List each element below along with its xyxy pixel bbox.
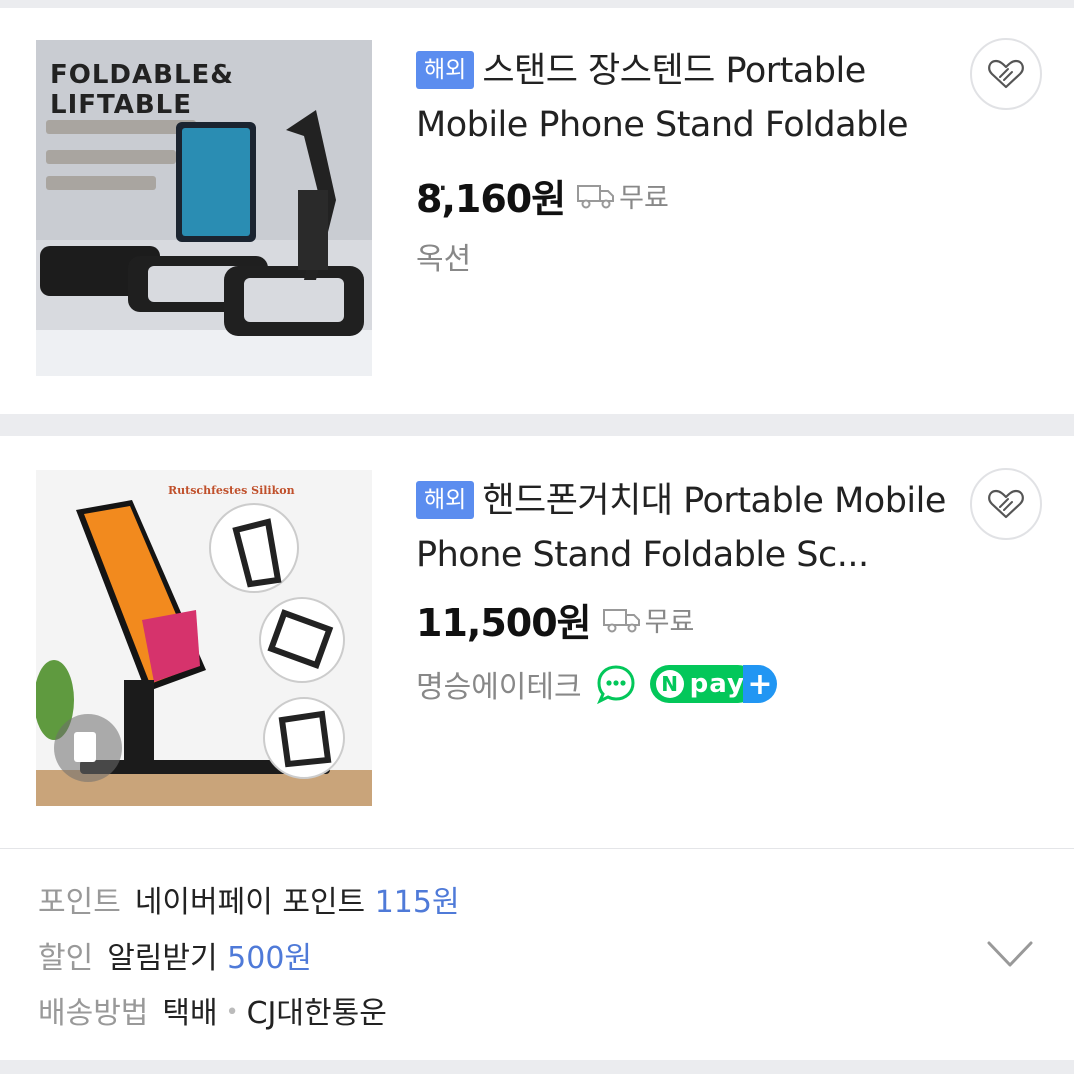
discount-value: 500원 [227,941,313,976]
wishlist-button[interactable] [970,38,1042,110]
image-headline-1: FOLDABLE& [50,60,234,90]
delivery-label: 배송방법 [38,996,149,1031]
seller-row: 명승에이테크 N pay + [416,662,777,706]
plus-icon: + [742,665,777,703]
chevron-down-icon[interactable] [986,939,1034,969]
delivery-method: 택배 [162,996,218,1031]
truck-icon [602,608,640,632]
talk-chat-icon[interactable] [596,664,636,704]
image-headline-2: LIFTABLE [50,90,192,120]
npay-label: pay [689,669,745,699]
delivery-row: 배송방법 택배 • CJ대한통운 [38,993,387,1034]
point-text: 네이버페이 포인트 [134,885,366,920]
truck-icon [577,184,615,208]
product-price: 8,160원 [416,177,566,221]
delivery-carrier: CJ대한통운 [246,996,387,1031]
product-image[interactable]: Rutschfestes Silikon [36,470,372,806]
product-card[interactable]: FOLDABLE& LIFTABLE 해외 스탠드 장스텐드 Portable M… [0,8,1074,414]
image-caption: Rutschfestes Silikon [168,484,295,497]
seller-name[interactable]: 옥션 [416,234,471,278]
discount-text[interactable]: 알림받기 [107,941,217,976]
seller-row: 옥션 [416,234,471,278]
top-separator [0,0,1074,8]
npay-plus-badge: N pay + [649,665,777,703]
heart-icon [988,489,1024,519]
shipping-fee: 무료 [644,607,695,638]
product-title-text[interactable]: 핸드폰거치대 Portable Mobile Phone Stand Folda… [416,481,946,575]
product-title[interactable]: 해외 핸드폰거치대 Portable Mobile Phone Stand Fol… [416,474,946,582]
discount-label: 할인 [38,941,94,976]
discount-row: 할인 알림받기 500원 [38,939,312,979]
price-row: 8,160원 무료 [416,168,669,223]
product-price: 11,500원 [416,601,592,645]
point-value: 115원 [374,885,460,920]
product-image[interactable]: FOLDABLE& LIFTABLE [36,40,372,376]
point-label: 포인트 [38,885,121,920]
seller-name[interactable]: 명승에이테크 [416,662,582,706]
overseas-badge: 해외 [416,51,475,89]
benefit-info-section: 포인트 네이버페이 포인트 115원 할인 알림받기 500원 배송방법 택배 • CJ대… [0,848,1074,1060]
npay-n-icon: N [655,670,684,698]
separator-dot: • [225,1000,239,1025]
shipping-fee: 무료 [619,183,669,214]
overseas-badge: 해외 [416,481,475,519]
heart-icon [988,59,1024,89]
price-row: 11,500원 무료 [416,592,694,647]
point-row: 포인트 네이버페이 포인트 115원 [38,883,460,923]
wishlist-button[interactable] [970,468,1042,540]
product-card[interactable]: Rutschfestes Silikon 해외 핸드폰거치대 Portable M… [0,436,1074,848]
